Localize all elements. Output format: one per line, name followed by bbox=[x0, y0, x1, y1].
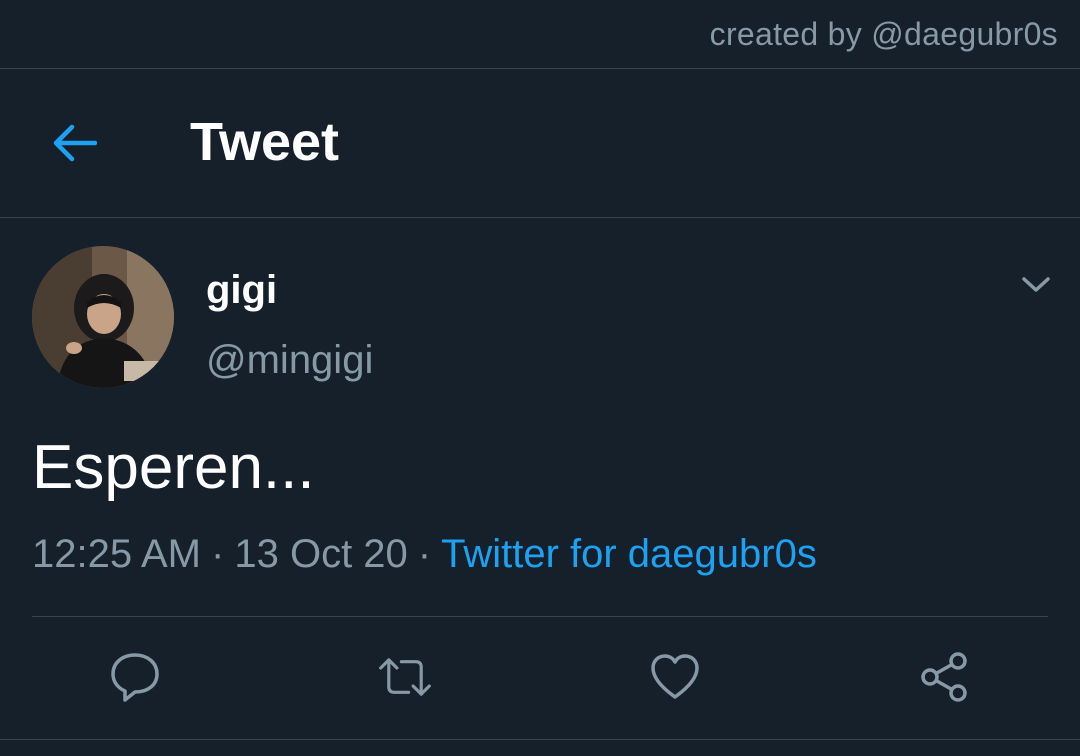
meta-separator: · bbox=[417, 532, 432, 576]
credit-text: created by @daegubr0s bbox=[709, 16, 1058, 52]
like-button[interactable] bbox=[648, 650, 702, 704]
tweet-meta: 12:25 AM · 13 Oct 20 · Twitter for daegubr0s bbox=[32, 530, 817, 578]
chevron-down-icon bbox=[1022, 277, 1050, 292]
tweet-source-link[interactable]: Twitter for daegubr0s bbox=[441, 532, 817, 576]
arrow-left-icon bbox=[53, 124, 97, 162]
avatar[interactable] bbox=[32, 246, 174, 388]
user-handle[interactable]: @mingigi bbox=[206, 338, 373, 382]
tweet-time: 12:25 AM bbox=[32, 532, 202, 576]
retweet-icon bbox=[379, 658, 431, 696]
reply-icon bbox=[111, 653, 159, 702]
display-name[interactable]: gigi bbox=[206, 268, 277, 312]
divider bbox=[32, 616, 1048, 617]
credit-bar: created by @daegubr0s bbox=[0, 0, 1080, 69]
meta-separator: · bbox=[211, 532, 225, 576]
retweet-button[interactable] bbox=[378, 650, 432, 704]
share-icon bbox=[921, 652, 967, 702]
tweet-date: 13 Oct 20 bbox=[234, 532, 408, 576]
profile-photo bbox=[32, 246, 174, 388]
bottom-divider bbox=[0, 739, 1080, 740]
reply-button[interactable] bbox=[108, 650, 162, 704]
heart-icon bbox=[651, 654, 699, 699]
page-title: Tweet bbox=[190, 112, 340, 172]
tweet-text: Esperen... bbox=[32, 433, 315, 502]
tweet-menu-button[interactable] bbox=[1016, 268, 1056, 302]
share-button[interactable] bbox=[918, 650, 972, 704]
back-button[interactable] bbox=[44, 115, 104, 171]
tweet-header: Tweet bbox=[0, 69, 1080, 218]
